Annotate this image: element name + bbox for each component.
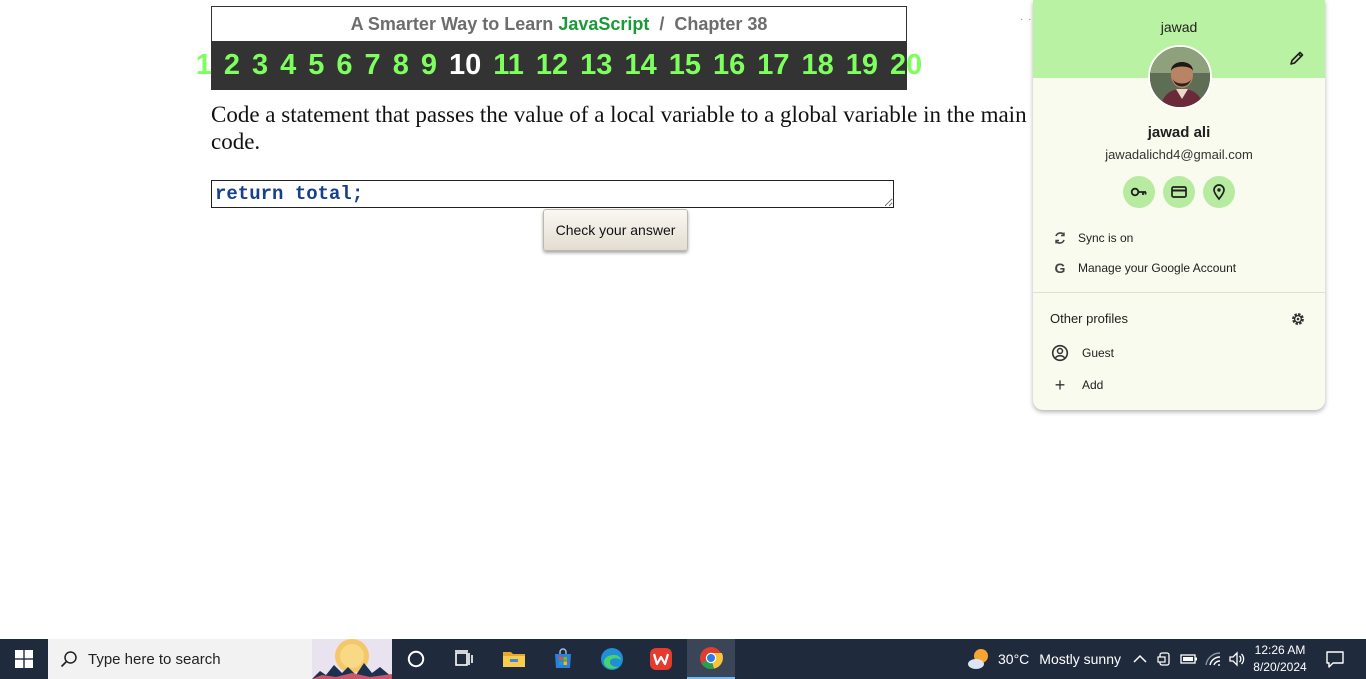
action-center-button[interactable]	[1317, 639, 1353, 679]
chrome-button[interactable]	[687, 639, 735, 679]
chapter-link-20[interactable]: 20	[884, 41, 928, 90]
taskbar-clock[interactable]: 12:26 AM 8/20/2024	[1249, 642, 1311, 676]
profile-menu: jawad jawad ali jawadalichd4@gmail.com S…	[1033, 0, 1325, 410]
sync-label: Sync is on	[1078, 231, 1134, 245]
chapter-link-9[interactable]: 9	[415, 41, 443, 90]
avatar	[1148, 45, 1212, 109]
chapter-link-7[interactable]: 7	[359, 41, 387, 90]
credit-card-icon	[1171, 186, 1187, 198]
edge-button[interactable]	[588, 639, 636, 679]
payment-methods-button[interactable]	[1163, 176, 1195, 208]
chapter-link-13[interactable]: 13	[574, 41, 618, 90]
chapter-link-2[interactable]: 2	[218, 41, 246, 90]
cortana-button[interactable]	[392, 639, 440, 679]
chapter-link-6[interactable]: 6	[330, 41, 358, 90]
person-circle-icon	[1050, 343, 1070, 363]
cortana-icon	[407, 650, 425, 668]
chapter-link-12[interactable]: 12	[530, 41, 574, 90]
search-highlight-illustration	[312, 639, 392, 679]
title-prefix: A Smarter Way to Learn	[350, 14, 559, 34]
profile-full-name: jawad ali	[1147, 124, 1211, 141]
wps-office-icon	[650, 648, 672, 670]
chapter-nav: 1 2 3 4 5 6 7 8 9 10 11 12 13 14 15 16 17 18 19 20	[196, 41, 922, 90]
windows-taskbar: Type here to search 30°C Mostly sunny 12…	[0, 639, 1366, 679]
chapter-link-19[interactable]: 19	[840, 41, 884, 90]
avatar-photo	[1150, 47, 1210, 107]
weather-description: Mostly sunny	[1039, 651, 1121, 667]
title-brand: JavaScript	[558, 14, 650, 34]
start-button[interactable]	[0, 639, 48, 679]
show-hidden-icons-button[interactable]	[1130, 639, 1150, 679]
edit-pencil-icon[interactable]	[1289, 50, 1305, 66]
weather-widget[interactable]: 30°C Mostly sunny	[966, 639, 1121, 679]
speaker-icon	[1229, 651, 1245, 667]
chapter-link-1[interactable]: 1	[190, 41, 218, 90]
chevron-up-icon	[1133, 654, 1147, 663]
sync-status-row[interactable]: Sync is on	[1051, 226, 1307, 250]
page-title: A Smarter Way to Learn JavaScript / Chap…	[212, 7, 906, 41]
gear-icon[interactable]	[1290, 311, 1306, 327]
add-profile-row[interactable]: + Add	[1050, 374, 1104, 396]
guest-profile-row[interactable]: Guest	[1050, 342, 1114, 364]
chapter-link-3[interactable]: 3	[246, 41, 274, 90]
other-profiles-heading: Other profiles	[1050, 311, 1129, 326]
file-explorer-button[interactable]	[490, 639, 538, 679]
chapter-link-18[interactable]: 18	[796, 41, 840, 90]
meet-now-button[interactable]	[1154, 639, 1176, 679]
weather-temperature: 30°C	[998, 651, 1030, 667]
taskbar-search-box[interactable]: Type here to search	[48, 639, 392, 679]
search-placeholder: Type here to search	[88, 650, 221, 668]
location-pin-icon	[1213, 184, 1225, 201]
chapter-link-17[interactable]: 17	[751, 41, 795, 90]
sync-icon	[1051, 229, 1069, 247]
plus-icon: +	[1054, 374, 1066, 395]
wifi-icon	[1205, 652, 1221, 666]
microsoft-store-icon	[555, 648, 571, 668]
check-answer-button[interactable]: Check your answer	[543, 209, 688, 251]
volume-button[interactable]	[1226, 639, 1248, 679]
meet-now-icon	[1157, 652, 1170, 666]
manage-account-row[interactable]: G Manage your Google Account	[1051, 256, 1307, 280]
chrome-icon	[700, 647, 723, 670]
battery-icon	[1180, 654, 1197, 664]
chapter-link-16[interactable]: 16	[707, 41, 751, 90]
guest-label: Guest	[1082, 346, 1115, 360]
profile-short-name: jawad	[1160, 19, 1198, 35]
edge-icon	[601, 648, 623, 670]
chapter-link-5[interactable]: 5	[302, 41, 330, 90]
key-icon	[1130, 187, 1147, 197]
profile-email: jawadalichd4@gmail.com	[1105, 147, 1253, 162]
search-icon	[60, 651, 77, 668]
passwords-button[interactable]	[1123, 176, 1155, 208]
chapter-link-15[interactable]: 15	[663, 41, 707, 90]
addresses-button[interactable]	[1203, 176, 1235, 208]
question-text: Code a statement that passes the value o…	[211, 102, 1027, 154]
partly-sunny-icon	[968, 649, 988, 669]
file-explorer-icon	[503, 652, 525, 667]
clock-date: 8/20/2024	[1253, 660, 1307, 674]
windows-logo-icon	[15, 650, 33, 668]
chapter-link-11[interactable]: 11	[487, 41, 530, 90]
notification-icon	[1326, 651, 1344, 668]
chapter-link-4[interactable]: 4	[274, 41, 302, 90]
add-label: Add	[1082, 378, 1104, 392]
chapter-link-8[interactable]: 8	[387, 41, 415, 90]
answer-input[interactable]	[211, 180, 894, 208]
chapter-link-10[interactable]: 10	[443, 41, 487, 90]
task-view-button[interactable]	[440, 639, 488, 679]
task-view-icon	[455, 650, 473, 666]
google-g-icon: G	[1054, 260, 1066, 276]
battery-button[interactable]	[1178, 639, 1200, 679]
microsoft-store-button[interactable]	[539, 639, 587, 679]
exercise-header: A Smarter Way to Learn JavaScript / Chap…	[196, 6, 922, 90]
clock-time: 12:26 AM	[1254, 643, 1306, 657]
wps-office-button[interactable]	[637, 639, 685, 679]
title-chapter: / Chapter 38	[649, 14, 768, 34]
divider	[1033, 292, 1325, 293]
network-button[interactable]	[1202, 639, 1224, 679]
chapter-link-14[interactable]: 14	[618, 41, 662, 90]
profile-quick-actions	[1033, 176, 1325, 208]
manage-account-label: Manage your Google Account	[1078, 261, 1237, 275]
